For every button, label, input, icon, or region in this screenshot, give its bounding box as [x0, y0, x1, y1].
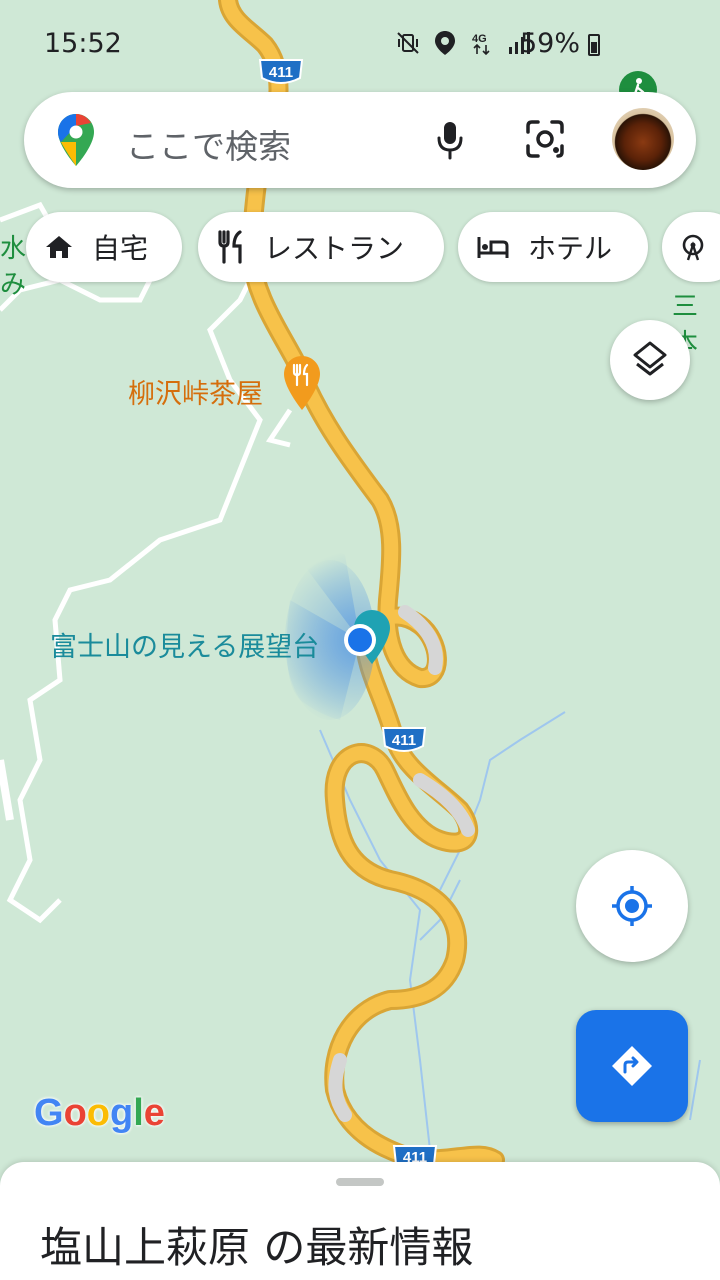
battery-percent: 59%	[519, 28, 580, 59]
poi-restaurant-label[interactable]: 柳沢峠茶屋	[128, 372, 263, 411]
sheet-drag-handle[interactable]	[336, 1178, 384, 1186]
location-icon	[435, 31, 455, 55]
crosshair-icon	[612, 886, 652, 926]
directions-icon	[612, 1046, 652, 1086]
sheet-title: 塩山上萩原 の最新情報	[40, 1223, 474, 1272]
layers-button[interactable]	[610, 320, 690, 400]
hotel-icon	[477, 237, 509, 258]
restaurant-icon	[218, 230, 242, 264]
search-bar[interactable]: ここで検索	[24, 92, 696, 188]
google-maps-logo-icon	[58, 114, 94, 166]
vibrate-off-icon	[397, 32, 419, 54]
chip-restaurant[interactable]: レストラン	[198, 212, 444, 282]
home-icon	[46, 236, 72, 258]
search-input[interactable]: ここで検索	[126, 120, 291, 168]
status-bar: 15:52 4G 59%	[0, 0, 720, 80]
svg-text:411: 411	[392, 732, 416, 749]
current-location-dot	[344, 624, 376, 656]
google-logo: Google	[34, 1092, 165, 1134]
ferris-wheel-icon	[682, 234, 704, 261]
map-label-partial: み	[0, 270, 27, 300]
road-shield-icon: 411	[381, 727, 427, 752]
poi-viewpoint-label[interactable]: 富士山の見える展望台	[50, 625, 319, 664]
chip-home[interactable]: 自宅	[26, 212, 182, 282]
4g-icon: 4G	[472, 33, 490, 56]
chip-label: レストラン	[264, 232, 405, 265]
chip-label: ホテル	[528, 232, 613, 265]
status-time: 15:52	[44, 28, 122, 59]
avatar[interactable]	[612, 108, 674, 170]
battery-icon	[588, 34, 600, 56]
chip-label: 自宅	[92, 232, 149, 265]
restaurant-pin-icon[interactable]	[282, 354, 322, 412]
google-lens-icon[interactable]	[524, 118, 566, 160]
chip-hotel[interactable]: ホテル	[458, 212, 648, 282]
directions-button[interactable]	[576, 1010, 688, 1122]
map-label-partial: 水	[0, 234, 27, 264]
my-location-button[interactable]	[576, 850, 688, 962]
bottom-sheet[interactable]: 塩山上萩原 の最新情報	[0, 1162, 720, 1280]
svg-text:4G: 4G	[472, 33, 487, 45]
microphone-icon[interactable]	[434, 118, 466, 162]
status-icons: 4G	[396, 30, 530, 56]
layers-icon	[633, 341, 667, 376]
